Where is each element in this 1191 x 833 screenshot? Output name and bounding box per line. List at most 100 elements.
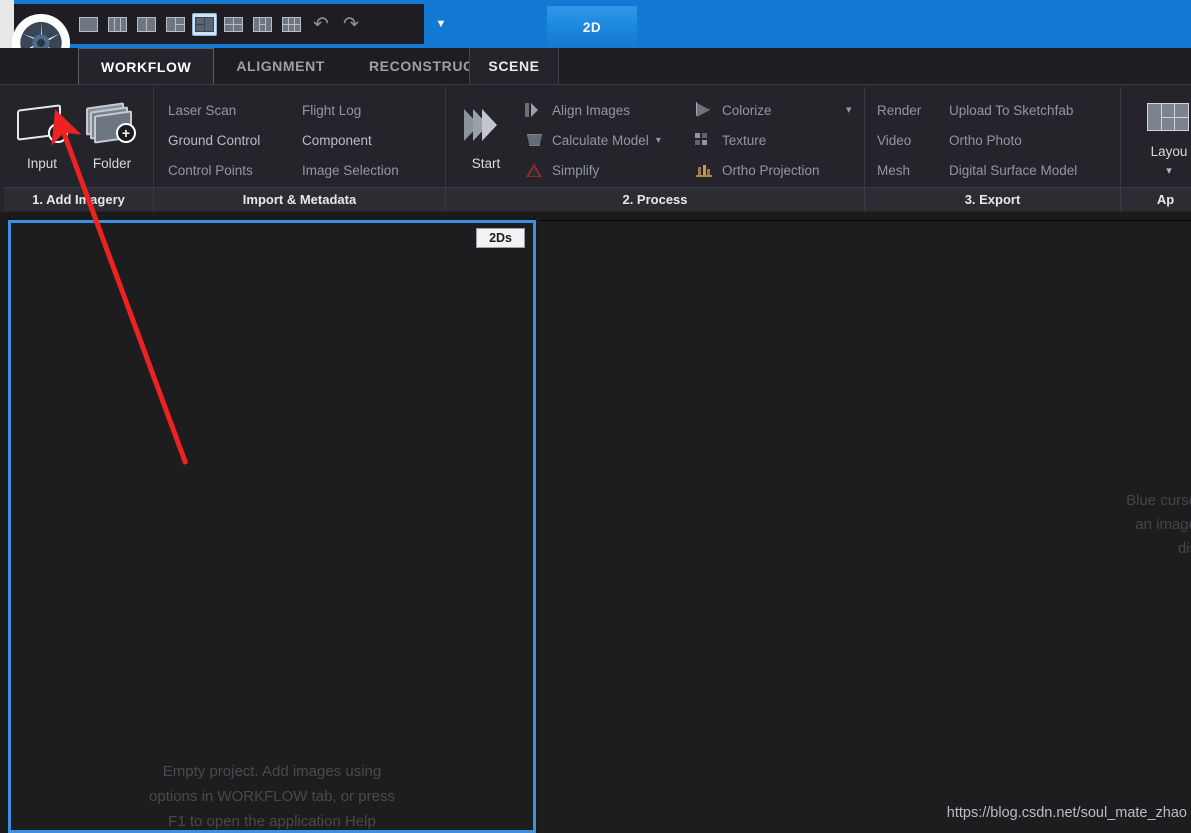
play-triple-icon: [462, 105, 510, 145]
layout-chevron-down-icon[interactable]: ▾: [1166, 164, 1172, 177]
empty-message-line-2: options in WORKFLOW tab, or press: [149, 788, 395, 805]
label: Flight Log: [302, 102, 362, 118]
viewport-tab-2ds[interactable]: 2Ds: [476, 228, 525, 248]
layout-quad-button[interactable]: [221, 13, 246, 36]
align-images-icon: [524, 102, 545, 118]
label: Colorize: [722, 102, 772, 118]
label: Video: [877, 132, 912, 148]
ribbon-group-label-add-imagery: 1. Add Imagery: [4, 187, 153, 211]
calculate-model-icon: [524, 132, 545, 148]
label: Laser Scan: [168, 102, 237, 118]
menu-item-align-images[interactable]: Align Images: [524, 95, 661, 125]
menu-item-simplify[interactable]: Simplify: [524, 155, 661, 185]
label: Ground Control: [168, 132, 261, 148]
process-column-2: Colorize Texture Ortho Projection: [694, 95, 820, 185]
label: Image Selection: [302, 162, 399, 178]
menu-item-image-selection[interactable]: Image Selection: [302, 155, 399, 185]
menu-item-ground-control[interactable]: Ground Control: [168, 125, 260, 155]
calculate-model-chevron-down-icon[interactable]: ▾: [656, 135, 661, 146]
menu-item-video[interactable]: Video: [877, 125, 921, 155]
label: Control Points: [168, 162, 253, 178]
quick-access-overflow-chevron-down-icon[interactable]: ▼: [430, 14, 452, 34]
process-column-1: Align Images Calculate Model ▾ Simplify: [524, 95, 661, 185]
quick-access-toolbar: ↶ ↷: [14, 4, 424, 44]
layout-two-columns-button[interactable]: [134, 13, 159, 36]
import-column-2: Flight Log Component Image Selection: [302, 95, 399, 185]
import-column-1: Laser Scan Ground Control Control Points: [168, 95, 260, 185]
reality-capture-window: ↶ ↷ ▼ 2D WORKFLOW ALIGNMENT RECONSTRUCTI…: [0, 0, 1191, 833]
menu-item-laser-scan[interactable]: Laser Scan: [168, 95, 260, 125]
menu-item-flight-log[interactable]: Flight Log: [302, 95, 399, 125]
label: Texture: [722, 132, 767, 148]
ribbon-group-process: Start Align Images Calculate Model ▾ Sim…: [446, 87, 865, 211]
ribbon-group-add-imagery: + Input + Folder 1. Add Imagery: [4, 87, 154, 211]
menu-item-upload-to-sketchfab[interactable]: Upload To Sketchfab: [949, 95, 1077, 125]
label: Ortho Projection: [722, 162, 820, 178]
empty-message-line-3: F1 to open the application Help: [168, 813, 376, 830]
layout-grid-six-button[interactable]: [279, 13, 304, 36]
menu-item-render[interactable]: Render: [877, 95, 921, 125]
menu-item-digital-surface-model[interactable]: Digital Surface Model: [949, 155, 1077, 185]
empty-message-line-1: Empty project. Add images using: [162, 763, 382, 780]
simplify-icon: [524, 162, 545, 178]
label: Component: [302, 132, 372, 148]
scene-hint-line-3: dis: [1177, 540, 1191, 557]
label: Simplify: [552, 162, 600, 178]
ortho-projection-icon: [694, 162, 715, 178]
menu-item-colorize[interactable]: Colorize: [694, 95, 820, 125]
title-tab-2d[interactable]: 2D: [547, 6, 637, 48]
folder-plus-icon: +: [86, 102, 138, 144]
folder-button-label: Folder: [92, 156, 132, 171]
menu-item-mesh[interactable]: Mesh: [877, 155, 921, 185]
layout-three-columns-button[interactable]: [105, 13, 130, 36]
export-column-1: Render Video Mesh: [877, 95, 921, 185]
ribbon-group-import-metadata: Laser Scan Ground Control Control Points…: [154, 87, 446, 211]
tab-workflow[interactable]: WORKFLOW: [78, 48, 215, 84]
layout-left-split-right-button[interactable]: [163, 13, 188, 36]
layout-grid-icon: [1147, 103, 1191, 133]
layout-three-bottom-split-button[interactable]: [250, 13, 275, 36]
menu-item-ortho-photo[interactable]: Ortho Photo: [949, 125, 1077, 155]
menu-item-ortho-projection[interactable]: Ortho Projection: [694, 155, 820, 185]
scene-hint-message: Blue curso an image dis: [857, 489, 1191, 561]
layout-single-button[interactable]: [76, 13, 101, 36]
empty-project-message: Empty project. Add images using options …: [11, 759, 533, 833]
tab-scene[interactable]: SCENE: [469, 48, 559, 84]
layout-split-left-right-button[interactable]: [192, 12, 217, 36]
image-plus-icon: +: [17, 103, 68, 143]
folder-button[interactable]: + Folder: [78, 93, 146, 185]
label: Calculate Model: [552, 132, 649, 148]
title-bar: ↶ ↷ ▼ 2D: [0, 0, 1191, 48]
label: Upload To Sketchfab: [949, 102, 1074, 118]
label: Ortho Photo: [949, 132, 1022, 148]
redo-icon[interactable]: ↷: [338, 12, 364, 36]
undo-icon[interactable]: ↶: [308, 12, 334, 36]
menu-item-component[interactable]: Component: [302, 125, 399, 155]
2d-viewport[interactable]: 2Ds Empty project. Add images using opti…: [8, 220, 536, 833]
menu-item-calculate-model[interactable]: Calculate Model ▾: [524, 125, 661, 155]
ribbon-group-label-process: 2. Process: [446, 187, 864, 211]
export-column-2: Upload To Sketchfab Ortho Photo Digital …: [949, 95, 1077, 185]
layout-button[interactable]: Layou ▾: [1135, 93, 1191, 185]
scene-hint-line-1: Blue curso: [1126, 492, 1191, 509]
scene-hint-line-2: an image: [1135, 516, 1191, 533]
scene-viewport[interactable]: Blue curso an image dis https://blog.csd…: [540, 220, 1191, 833]
menu-item-texture[interactable]: Texture: [694, 125, 820, 155]
ribbon-group-label-export: 3. Export: [865, 187, 1120, 211]
ribbon-group-label-application: Ap: [1121, 187, 1191, 211]
ribbon: + Input + Folder 1. Add Imagery Laser Sc: [0, 84, 1191, 212]
process-group-chevron-down-icon[interactable]: ▾: [846, 103, 852, 116]
layout-button-label: Layou: [1150, 144, 1188, 159]
start-button[interactable]: Start: [452, 93, 520, 185]
menu-item-control-points[interactable]: Control Points: [168, 155, 260, 185]
label: Render: [877, 102, 922, 118]
input-button-label: Input: [26, 156, 58, 171]
ribbon-tab-strip: WORKFLOW ALIGNMENT RECONSTRUCTION SCENE: [0, 48, 1191, 84]
watermark-url: https://blog.csdn.net/soul_mate_zhao: [946, 805, 1187, 821]
input-button[interactable]: + Input: [8, 93, 76, 185]
ribbon-group-export: Render Video Mesh Upload To Sketchfab Or…: [865, 87, 1121, 211]
label: Mesh: [877, 162, 911, 178]
label: Align Images: [552, 102, 631, 118]
ribbon-group-application: Layou ▾ Ap: [1121, 87, 1191, 211]
tab-alignment[interactable]: ALIGNMENT: [214, 48, 347, 84]
